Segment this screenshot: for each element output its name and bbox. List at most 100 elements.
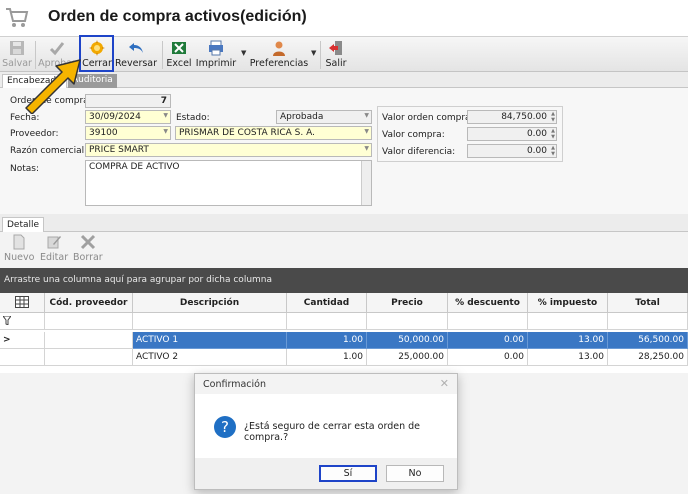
svg-text:?: ?: [221, 418, 229, 436]
check-icon: [49, 42, 65, 56]
col-total[interactable]: Total: [608, 293, 688, 313]
detail-toolbar: Nuevo Editar Borrar: [0, 232, 688, 268]
dialog-body: ? ¿Está seguro de cerrar esta orden de c…: [195, 394, 457, 458]
edit-button[interactable]: Editar: [40, 234, 68, 263]
spinner-icon: ▲ ▼: [551, 128, 555, 140]
valor-diferencia-label: Valor diferencia:: [382, 147, 456, 157]
delete-x-icon: [80, 234, 95, 250]
filter-cell[interactable]: [367, 313, 448, 330]
cell-impuesto[interactable]: 13.00: [528, 332, 608, 349]
excel-button[interactable]: Excel: [165, 38, 193, 71]
proveedor-code-field[interactable]: 39100 ▼: [85, 126, 171, 140]
delete-button[interactable]: Borrar: [73, 234, 103, 263]
col-descripcion[interactable]: Descripción: [133, 293, 287, 313]
valor-compra-label: Valor compra:: [382, 130, 445, 140]
notas-scrollbar[interactable]: [361, 161, 371, 205]
cell-total[interactable]: 28,250.00: [608, 349, 688, 366]
group-by-panel[interactable]: Arrastre una columna aquí para agrupar p…: [0, 268, 688, 293]
cell-descuento[interactable]: 0.00: [448, 332, 528, 349]
new-doc-icon: [13, 234, 25, 250]
grid-header-row: Cód. proveedor Descripción Cantidad Prec…: [0, 293, 688, 313]
valor-compra-field[interactable]: 0.00 ▲ ▼: [467, 127, 557, 141]
col-descuento[interactable]: % descuento: [448, 293, 528, 313]
tab-detalle[interactable]: Detalle: [2, 217, 45, 232]
orden-field[interactable]: 7: [85, 94, 171, 108]
spinner-icon: ▲ ▼: [551, 111, 555, 123]
dialog-footer: Sí No: [195, 458, 457, 489]
no-button[interactable]: No: [386, 465, 444, 482]
window-title: Orden de compra activos(edición): [48, 8, 307, 25]
toolbar-separator: [162, 41, 163, 69]
cerrar-highlight-box: [79, 35, 114, 72]
fecha-field[interactable]: 30/09/2024 ▼: [85, 110, 171, 124]
exit-button[interactable]: Salir: [323, 38, 349, 71]
valor-orden-label: Valor orden compra:: [382, 113, 474, 123]
table-row[interactable]: > ACTIVO 1 1.00 50,000.00 0.00 13.00 56,…: [0, 332, 688, 349]
col-cantidad[interactable]: Cantidad: [287, 293, 367, 313]
proveedor-label: Proveedor:: [10, 129, 59, 139]
preferences-dropdown-icon[interactable]: ▼: [311, 49, 316, 57]
notas-textarea[interactable]: COMPRA DE ACTIVO: [85, 160, 372, 206]
user-prefs-icon: [273, 41, 285, 56]
preferences-button[interactable]: Preferencias: [250, 38, 308, 71]
grid-filter-row: [0, 313, 688, 330]
fecha-label: Fecha:: [10, 113, 40, 123]
header-tabs: Encabezado Auditoria: [0, 72, 688, 88]
col-precio[interactable]: Precio: [367, 293, 448, 313]
print-button[interactable]: Imprimir: [196, 38, 236, 71]
reverse-button[interactable]: Reversar: [115, 38, 157, 71]
column-chooser-icon[interactable]: [0, 293, 45, 313]
valor-orden-field[interactable]: 84,750.00 ▲ ▼: [467, 110, 557, 124]
estado-label: Estado:: [176, 113, 210, 123]
detail-grid: Cód. proveedor Descripción Cantidad Prec…: [0, 293, 688, 373]
row-indicator: >: [0, 332, 45, 349]
detail-tabs: Detalle: [0, 214, 688, 232]
cell-descripcion[interactable]: ACTIVO 1: [133, 332, 287, 349]
razon-label: Razón comercial:: [10, 146, 88, 156]
edit-icon: [47, 236, 62, 249]
cell-precio[interactable]: 50,000.00: [367, 332, 448, 349]
chevron-down-icon: ▼: [364, 112, 369, 119]
row-indicator: [0, 349, 45, 366]
chevron-down-icon: ▼: [163, 112, 168, 119]
question-icon: ?: [214, 416, 236, 438]
close-icon[interactable]: ✕: [440, 377, 449, 390]
annotation-arrow-icon: [25, 59, 81, 114]
estado-field[interactable]: Aprobada ▼: [276, 110, 372, 124]
header-form: Orden de compra: 7 Fecha: 30/09/2024 ▼ Es…: [0, 88, 688, 214]
cell-total[interactable]: 56,500.00: [608, 332, 688, 349]
cell-impuesto[interactable]: 13.00: [528, 349, 608, 366]
chevron-down-icon: ▼: [163, 128, 168, 135]
toolbar-separator: [320, 41, 321, 69]
new-button[interactable]: Nuevo: [4, 234, 34, 263]
cell-cod-proveedor[interactable]: [45, 349, 133, 366]
col-cod-proveedor[interactable]: Cód. proveedor: [45, 293, 133, 313]
filter-cell[interactable]: [287, 313, 367, 330]
notas-label: Notas:: [10, 164, 40, 174]
col-impuesto[interactable]: % impuesto: [528, 293, 608, 313]
filter-cell[interactable]: [45, 313, 133, 330]
cell-descripcion[interactable]: ACTIVO 2: [133, 349, 287, 366]
razon-field[interactable]: PRICE SMART ▼: [85, 143, 372, 157]
cell-cod-proveedor[interactable]: [45, 332, 133, 349]
proveedor-name-field[interactable]: PRISMAR DE COSTA RICA S. A. ▼: [175, 126, 372, 140]
cell-cantidad[interactable]: 1.00: [287, 332, 367, 349]
save-icon: [10, 41, 24, 55]
yes-button[interactable]: Sí: [319, 465, 377, 482]
spinner-icon: ▲ ▼: [551, 145, 555, 157]
cell-precio[interactable]: 25,000.00: [367, 349, 448, 366]
cell-cantidad[interactable]: 1.00: [287, 349, 367, 366]
valor-diferencia-field[interactable]: 0.00 ▲ ▼: [467, 144, 557, 158]
filter-cell[interactable]: [448, 313, 528, 330]
filter-cell[interactable]: [608, 313, 688, 330]
filter-cell[interactable]: [528, 313, 608, 330]
shopping-cart-icon: [6, 8, 29, 27]
cell-descuento[interactable]: 0.00: [448, 349, 528, 366]
confirmation-dialog: Confirmación ✕ ? ¿Está seguro de cerrar …: [194, 373, 458, 490]
chevron-down-icon: ▼: [364, 145, 369, 152]
filter-icon[interactable]: [0, 313, 45, 330]
table-row[interactable]: ACTIVO 2 1.00 25,000.00 0.00 13.00 28,25…: [0, 349, 688, 366]
print-dropdown-icon[interactable]: ▼: [241, 49, 246, 57]
filter-cell[interactable]: [133, 313, 287, 330]
chevron-down-icon: ▼: [364, 128, 369, 135]
